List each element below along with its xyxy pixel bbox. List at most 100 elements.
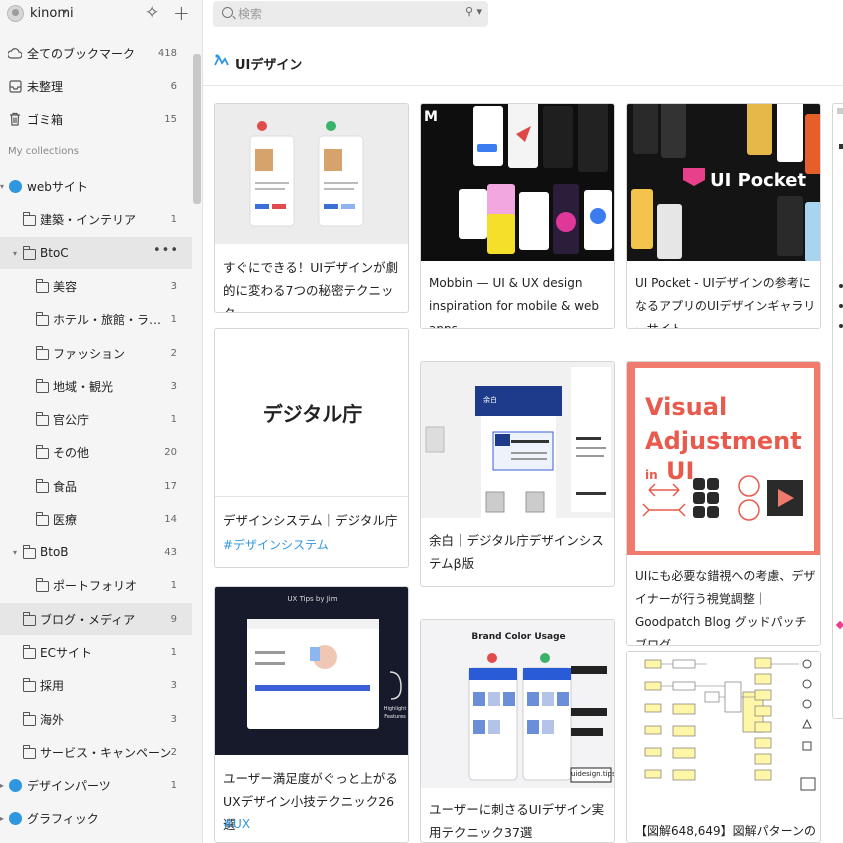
folder-icon [22,245,36,260]
user-header: kinomi ▾ ✧ + [0,0,202,28]
collection-government[interactable]: 官公庁 1 [0,403,192,435]
collection-web-sites[interactable]: ▾ webサイト [0,170,192,202]
bookmark-card[interactable]: Brand Color Usage uidesign.tips ユーザーに刺さる… [420,619,615,843]
collection-dot-icon [8,778,22,792]
sidebar-item-count: 2 [170,746,177,758]
inbox-icon [8,79,22,93]
folder-icon [35,311,49,326]
expand-triangle-icon[interactable]: ▸ [0,814,4,823]
card-thumbnail [627,652,820,812]
bookmark-card[interactable]: Visual Adjustment in UI UIにも必要な錯視への考慮、デザ… [626,361,821,646]
folder-icon [35,444,49,459]
bookmark-card[interactable]: すぐにできる！UIデザインが劇的に変わる7つの秘密テクニック [214,103,409,313]
section-title-my-collections[interactable]: My collections [8,146,79,157]
sidebar-item-count: 418 [157,47,177,59]
collapse-triangle-icon[interactable]: ▾ [13,548,17,557]
collection-architecture[interactable]: 建築・インテリア 1 [0,203,192,235]
folder-icon [22,744,36,759]
sidebar-item-trash[interactable]: ゴミ箱 15 [0,103,192,135]
collection-header: UIデザイン [203,46,843,86]
search-filter-icon[interactable]: ⚲ ▾ [465,5,482,18]
sidebar-item-count: 3 [170,679,177,691]
sidebar-item-label: 食品 [53,479,78,494]
app-window: kinomi ▾ ✧ + 全てのブックマーク 418 未整理 6 ゴミ箱 15 … [0,0,843,843]
card-tag[interactable]: #UX [223,817,250,831]
collection-beauty[interactable]: 美容 3 [0,270,192,302]
thumbnail-site: uidesign.tips [571,770,615,778]
bookmark-card[interactable]: UI Pocket UI Pocket - UIデザインの参考になるアプリのUI… [626,103,821,329]
sidebar-scrollbar[interactable] [193,54,201,204]
sidebar-item-count: 1 [170,213,177,225]
sidebar-item-count: 3 [170,380,177,392]
collection-graphic[interactable]: ▸ グラフィック [0,802,192,834]
sidebar-item-label: webサイト [27,179,88,194]
collection-service-campaign[interactable]: サービス・キャンペーン 2 [0,736,192,768]
bookmark-card[interactable]: UX Tips by Jim Highlight Features ユーザー満足… [214,586,409,843]
collection-design-parts[interactable]: ▸ デザインパーツ 1 [0,769,192,801]
main-panel: ⚲ ▾ UIデザイン すぐにできる！UIデザインが劇的に変わる7つの秘密テクニッ… [203,0,843,843]
collection-portfolio[interactable]: ポートフォリオ 1 [0,569,192,601]
collection-medical[interactable]: 医療 14 [0,503,192,535]
sidebar-item-count: 1 [170,413,177,425]
expand-triangle-icon[interactable]: ▸ [0,781,4,790]
avatar[interactable] [7,5,24,22]
add-icon[interactable]: + [173,1,190,25]
cloud-icon [8,46,22,60]
folder-icon [35,478,49,493]
folder-icon [22,211,36,226]
collection-other[interactable]: その他 20 [0,436,192,468]
collection-ec-sites[interactable]: ECサイト 1 [0,636,192,668]
bookmark-card-partial[interactable] [832,103,843,719]
card-title: ユーザーに刺さるUIデザイン実用テクニック37選 [429,802,605,840]
more-options-icon[interactable]: ••• [153,243,179,258]
sidebar-item-unsorted[interactable]: 未整理 6 [0,70,192,102]
thumbnail-side-note: Highlight Features [383,706,407,720]
sidebar-item-label: 医療 [53,512,78,527]
uidesign-icon [213,53,229,73]
folder-icon [35,345,49,360]
search-bar[interactable]: ⚲ ▾ [213,1,488,27]
bookmark-card[interactable]: 余白 余白｜デジタル庁デザインシステムβ版 [420,361,615,587]
collection-recruit[interactable]: 採用 3 [0,669,192,701]
collection-btoc[interactable]: ▾ BtoC ••• [0,237,192,269]
folder-icon [35,278,49,293]
collection-hotel[interactable]: ホテル・旅館・ラウン... 1 [0,303,192,335]
bookmark-card[interactable]: M Mobbin — UI & UX design inspiration fo… [420,103,615,329]
card-tag[interactable]: #デザインシステム [223,536,329,553]
sidebar-item-label: 地域・観光 [53,379,114,394]
sidebar-item-label: ECサイト [40,645,92,660]
sidebar-item-count: 2 [170,347,177,359]
collection-tourism[interactable]: 地域・観光 3 [0,370,192,402]
search-input[interactable] [238,4,453,24]
bookmark-card[interactable]: デジタル庁 デザインシステム｜デジタル庁 #デザインシステム [214,328,409,568]
sidebar-item-count: 1 [170,646,177,658]
card-thumbnail: デジタル庁 [215,329,408,497]
sidebar-item-label: 建築・インテリア [40,212,137,227]
collection-btob[interactable]: ▾ BtoB 43 [0,536,192,568]
trash-icon [8,112,22,126]
user-name[interactable]: kinomi [30,6,74,21]
bookmark-card[interactable]: 【図解648,649】図解パターンの説明 [626,651,821,843]
sidebar-item-label: BtoC [40,246,69,260]
collection-dot-icon [8,811,22,825]
collection-food[interactable]: 食品 17 [0,470,192,502]
sidebar-item-label: ポートフォリオ [53,578,138,593]
collapse-triangle-icon[interactable]: ▾ [0,182,4,191]
card-title: UI Pocket - UIデザインの参考になるアプリのUIデザインギャラリーサ… [635,276,816,329]
sidebar: kinomi ▾ ✧ + 全てのブックマーク 418 未整理 6 ゴミ箱 15 … [0,0,203,843]
collection-fashion[interactable]: ファッション 2 [0,337,192,369]
user-menu-chevron-down-icon[interactable]: ▾ [63,7,67,16]
sidebar-item-label: BtoB [40,545,69,559]
card-thumbnail: UX Tips by Jim Highlight Features [215,587,408,755]
collection-blog-media[interactable]: ブログ・メディア 9 [0,603,192,635]
folder-icon [22,611,36,626]
sparkle-icon[interactable]: ✧ [145,3,159,23]
sidebar-item-all-bookmarks[interactable]: 全てのブックマーク 418 [0,37,192,69]
sidebar-item-label: 未整理 [27,79,64,94]
collection-overseas[interactable]: 海外 3 [0,703,192,735]
sidebar-item-count: 1 [170,313,177,325]
sidebar-item-label: ファッション [53,346,126,361]
thumbnail-logo-text: UI Pocket [710,170,807,191]
svg-text:M: M [424,109,438,125]
collapse-triangle-icon[interactable]: ▾ [13,249,17,258]
